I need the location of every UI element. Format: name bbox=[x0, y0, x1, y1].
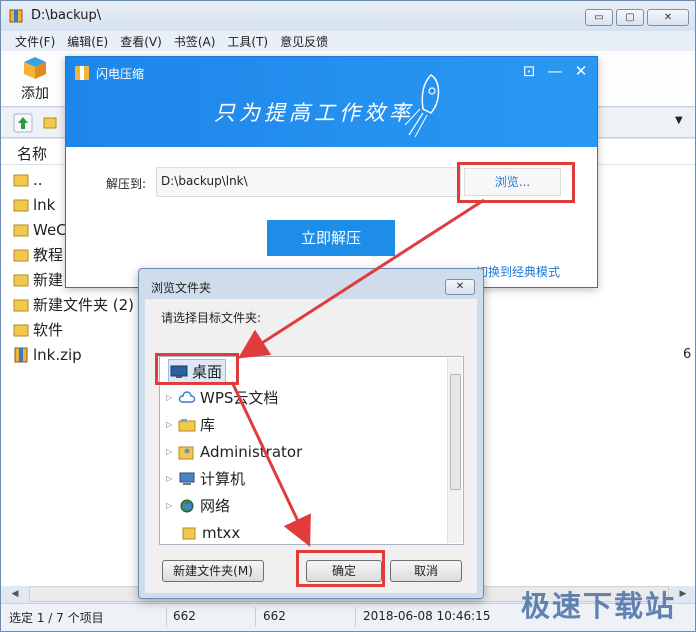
watermark: 极速下载站 bbox=[521, 589, 677, 623]
arrow-to-desktop bbox=[237, 198, 485, 359]
arrow-to-ok bbox=[230, 381, 311, 547]
annotation-arrows bbox=[230, 198, 485, 547]
